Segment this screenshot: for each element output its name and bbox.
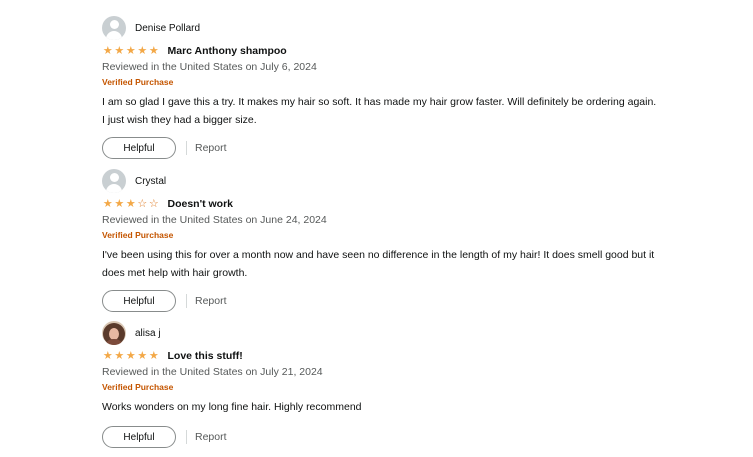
verified-purchase-badge: Verified Purchase <box>102 382 174 392</box>
review-1: Denise Pollard ★ ★ ★ ★ ★ Marc Anthony shampo… <box>102 16 662 159</box>
report-link[interactable]: Report <box>195 142 227 154</box>
divider <box>186 141 187 155</box>
star-filled-icon: ★ <box>137 350 148 362</box>
helpful-button[interactable]: Helpful <box>102 426 176 448</box>
avatar-photo <box>102 321 126 345</box>
review-date: Reviewed in the United States on June 24… <box>102 214 327 226</box>
review-3: alisa j ★ ★ ★ ★ ★ Love this stuff! Reviewed … <box>102 321 662 448</box>
review-title[interactable]: Marc Anthony shampoo <box>168 45 287 57</box>
reviewer-name: alisa j <box>135 327 161 339</box>
review-title[interactable]: Love this stuff! <box>168 350 243 362</box>
review-date: Reviewed in the United States on July 6,… <box>102 61 317 73</box>
reviewer-profile[interactable]: Crystal <box>102 169 662 193</box>
report-link[interactable]: Report <box>195 295 227 307</box>
helpful-button[interactable]: Helpful <box>102 290 176 312</box>
star-filled-icon: ★ <box>114 45 125 57</box>
verified-purchase-badge: Verified Purchase <box>102 77 174 87</box>
reviewer-profile[interactable]: Denise Pollard <box>102 16 662 40</box>
avatar-icon <box>102 16 126 40</box>
reviewer-name: Crystal <box>135 175 167 187</box>
star-filled-icon: ★ <box>114 198 125 210</box>
star-filled-icon: ★ <box>114 350 125 362</box>
review-title[interactable]: Doesn't work <box>168 198 234 210</box>
reviewer-name: Denise Pollard <box>135 22 201 34</box>
star-rating[interactable]: ★ ★ ★ ☆ ☆ <box>102 197 160 211</box>
report-link[interactable]: Report <box>195 431 227 443</box>
verified-purchase-badge: Verified Purchase <box>102 230 174 240</box>
divider <box>186 294 187 308</box>
star-filled-icon: ★ <box>102 198 113 210</box>
review-date: Reviewed in the United States on July 21… <box>102 366 323 378</box>
avatar-icon <box>102 169 126 193</box>
divider <box>186 430 187 444</box>
star-filled-icon: ★ <box>148 350 159 362</box>
review-body: I've been using this for over a month no… <box>102 249 655 279</box>
star-filled-icon: ★ <box>137 45 148 57</box>
star-filled-icon: ★ <box>148 45 159 57</box>
review-body: I am so glad I gave this a try. It makes… <box>102 96 657 126</box>
star-filled-icon: ★ <box>125 198 136 210</box>
helpful-button[interactable]: Helpful <box>102 137 176 159</box>
star-filled-icon: ★ <box>125 350 136 362</box>
review-2: Crystal ★ ★ ★ ☆ ☆ Doesn't work Reviewed in t… <box>102 169 662 312</box>
star-rating[interactable]: ★ ★ ★ ★ ★ <box>102 44 160 58</box>
star-filled-icon: ★ <box>125 45 136 57</box>
review-body: Works wonders on my long fine hair. High… <box>102 401 362 413</box>
star-filled-icon: ★ <box>102 45 113 57</box>
star-rating[interactable]: ★ ★ ★ ★ ★ <box>102 349 160 363</box>
star-empty-icon: ☆ <box>137 198 148 210</box>
star-empty-icon: ☆ <box>148 198 159 210</box>
star-filled-icon: ★ <box>102 350 113 362</box>
reviewer-profile[interactable]: alisa j <box>102 321 662 345</box>
